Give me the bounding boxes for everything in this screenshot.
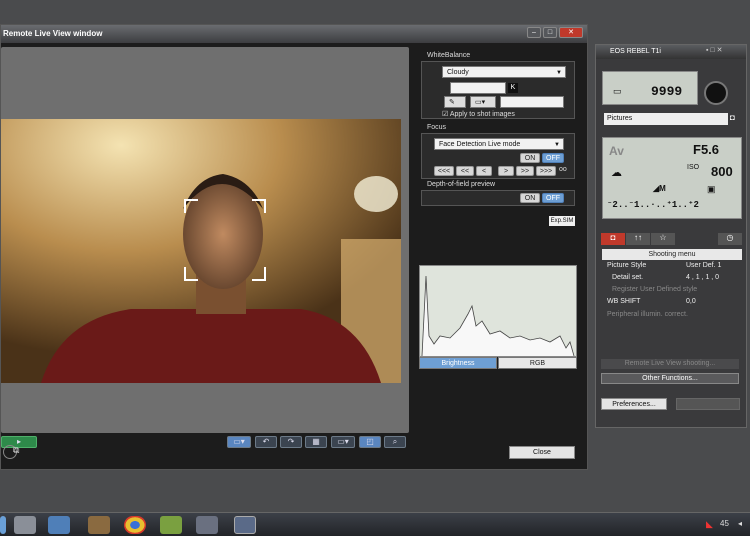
zoom-select-button[interactable]: ▭▾ — [227, 436, 251, 448]
iso-icon: ISO — [687, 164, 700, 171]
kelvin-unit: K — [508, 83, 518, 93]
focus-far-2-button[interactable]: << — [456, 166, 474, 176]
eos-utility-icon[interactable] — [234, 516, 256, 534]
focus-far-3-button[interactable]: <<< — [434, 166, 454, 176]
rotate-left-icon[interactable]: ↶ — [255, 436, 277, 448]
focus-mode-select[interactable]: Face Detection Live mode ▼ — [434, 138, 564, 150]
tab-settings[interactable]: ↑↑ — [626, 233, 650, 245]
close-button[interactable]: Close — [509, 446, 575, 459]
dof-on-button[interactable]: ON — [520, 193, 540, 203]
apply-to-shot-checkbox[interactable]: ☑ Apply to shot images — [442, 110, 515, 118]
remote-shooting-button[interactable]: Remote Live View shooting... — [601, 359, 739, 369]
wb-preset-select[interactable]: ▭▾ — [470, 96, 496, 108]
camera-title: EOS REBEL T1i — [610, 48, 661, 55]
grid-icon[interactable]: ▦ — [305, 436, 327, 448]
battery-shots-lcd: ▭ 9999 — [602, 71, 698, 105]
live-view-window: Remote Live View window – □ ✕ ▸ ▭▾ ↶ ↷ ▦… — [0, 24, 588, 470]
photos-icon[interactable] — [88, 516, 110, 534]
explorer-icon[interactable] — [14, 516, 36, 534]
tab-shooting[interactable]: ◘ — [601, 233, 625, 245]
desktop-icon[interactable] — [48, 516, 70, 534]
exposure-sim-badge: Exp.SIM — [549, 216, 575, 226]
window-title: Remote Live View window — [3, 29, 103, 38]
volume-icon[interactable]: ◂ — [738, 519, 742, 528]
chrome-icon[interactable] — [124, 516, 146, 534]
menu-picture-style[interactable]: Picture Style User Def. 1 — [604, 260, 740, 271]
camera-window-buttons[interactable]: ▪ □ ✕ — [706, 46, 722, 54]
tray-flag-icon[interactable]: ◣ — [706, 519, 713, 530]
aspect-select-button[interactable]: ▭▾ — [331, 436, 355, 448]
shots-remaining: 9999 — [651, 84, 683, 99]
white-balance-select[interactable]: Cloudy ▼ — [442, 66, 566, 78]
menu-wb-shift[interactable]: WB SHIFT 0,0 — [604, 296, 740, 307]
aperture-value[interactable]: F5.6 — [693, 142, 719, 157]
folder-field[interactable]: Pictures — [604, 113, 728, 125]
shutter-button[interactable] — [704, 81, 728, 105]
focus-far-1-button[interactable]: < — [476, 166, 492, 176]
tab-favorites[interactable]: ☆ — [651, 233, 675, 245]
white-balance-panel: Cloudy ▼ K ✎ ▭▾ ☑ Apply to shot images — [421, 61, 575, 119]
kelvin-input[interactable] — [450, 82, 506, 94]
histogram — [419, 265, 577, 357]
exposure-scale[interactable]: ⁻2..⁻1..·..⁺1..⁺2 — [607, 200, 699, 210]
other-functions-button[interactable]: Other Functions... — [601, 373, 739, 384]
dof-off-button[interactable]: OFF — [542, 193, 564, 203]
camera-settings-lcd: Av F5.6 ☁ ISO 800 ◢M ▣ ⁻2..⁻1..·..⁺1..⁺2 — [602, 137, 742, 219]
dof-panel: ON OFF — [421, 190, 575, 206]
tab-brightness[interactable]: Brightness — [419, 357, 497, 369]
utility-icon[interactable] — [196, 516, 218, 534]
start-button[interactable] — [0, 516, 6, 534]
maximize-button[interactable]: □ — [543, 27, 557, 38]
battery-icon: ▭ — [613, 86, 622, 96]
menu-register-style: Register User Defined style — [612, 286, 698, 293]
rotate-right-icon[interactable]: ↷ — [280, 436, 302, 448]
close-window-button[interactable]: ✕ — [559, 27, 583, 38]
metering-icon[interactable]: ◢M — [653, 184, 666, 193]
live-view-preview-area[interactable]: ▸ ▭▾ ↶ ↷ ▦ ▭▾ ◰ ⌕ — [1, 47, 409, 448]
preview-toolbar: ▸ ▭▾ ↶ ↷ ▦ ▭▾ ◰ ⌕ — [1, 433, 409, 451]
preferences-button[interactable]: Preferences... — [601, 398, 667, 410]
iso-value[interactable]: 800 — [711, 164, 733, 179]
shooting-menu-header: Shooting menu — [602, 249, 742, 260]
face-detection-frame — [184, 199, 266, 281]
drive-mode-icon[interactable]: ▣ — [707, 184, 716, 195]
camera-settings-window: EOS REBEL T1i ▪ □ ✕ ▭ 9999 Pictures ◘ Av… — [595, 44, 747, 428]
focus-infinity-label: oo — [559, 166, 567, 173]
timer-icon[interactable]: ◷ — [718, 233, 742, 245]
focus-near-3-button[interactable]: >>> — [536, 166, 556, 176]
focus-label: Focus — [427, 124, 447, 131]
camera-titlebar: EOS REBEL T1i ▪ □ ✕ — [596, 45, 746, 59]
tab-rgb[interactable]: RGB — [498, 357, 577, 369]
window-titlebar: Remote Live View window – □ ✕ — [1, 25, 587, 43]
wb-shift-input[interactable] — [500, 96, 564, 108]
focus-near-1-button[interactable]: > — [498, 166, 514, 176]
menu-peripheral-illumination: Peripheral illumin. correct. — [607, 311, 688, 318]
cloudy-wb-icon[interactable]: ☁ — [611, 166, 622, 179]
menu-detail-set[interactable]: Detail set. 4 , 1 , 1 , 0 — [604, 272, 740, 283]
clock[interactable]: 45 — [720, 519, 729, 528]
minimize-button[interactable]: – — [527, 27, 541, 38]
focus-panel: Face Detection Live mode ▼ ON OFF <<< << … — [421, 133, 575, 179]
camera-icon[interactable]: ◘ — [730, 113, 744, 125]
disabled-button — [676, 398, 740, 410]
shooting-mode: Av — [609, 144, 624, 158]
focus-off-button[interactable]: OFF — [542, 153, 564, 163]
eyedropper-icon[interactable]: ✎ — [444, 96, 466, 108]
copy-icon[interactable]: ⧉ — [13, 445, 25, 457]
app-icon[interactable] — [160, 516, 182, 534]
magnify-icon[interactable]: ⌕ — [384, 436, 406, 448]
dof-label: Depth-of-field preview — [427, 181, 496, 188]
taskbar: ◣ 45 ◂ — [0, 512, 750, 536]
focus-near-2-button[interactable]: >> — [516, 166, 534, 176]
white-balance-label: WhiteBalance — [427, 52, 471, 59]
focus-on-button[interactable]: ON — [520, 153, 540, 163]
focus-frame-icon[interactable]: ◰ — [359, 436, 381, 448]
